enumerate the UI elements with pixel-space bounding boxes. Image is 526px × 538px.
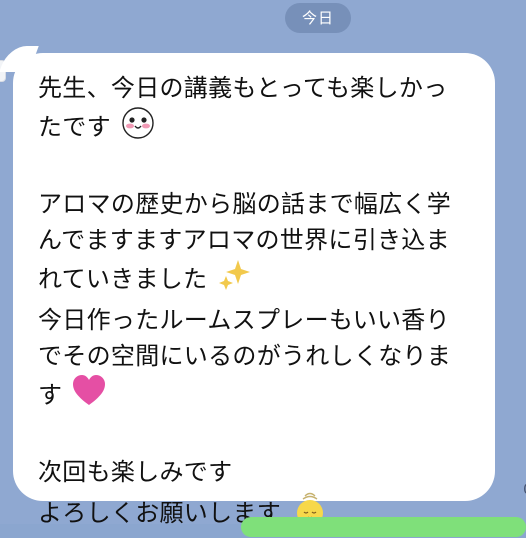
message-line: れていきました bbox=[38, 258, 477, 302]
message-bubble[interactable]: 先生、今日の講義もとっても楽しかっ たです アロマの歴史から脳の話まで幅広く学 … bbox=[13, 53, 495, 527]
sparkles-icon bbox=[217, 258, 251, 302]
message-text: たです bbox=[38, 113, 111, 141]
message-line: たです bbox=[38, 106, 477, 150]
message-line: 今日作ったルームスプレーもいい香り bbox=[38, 306, 450, 334]
message-line: 次回も楽しみです bbox=[38, 458, 233, 486]
outgoing-message-bubble[interactable] bbox=[241, 517, 526, 537]
message-line: でその空間にいるのがうれしくなりま bbox=[38, 342, 452, 370]
message-line: アロマの歴史から脳の話まで幅広く学 bbox=[38, 190, 452, 218]
message-line: んでますますアロマの世界に引き込ま bbox=[38, 226, 450, 254]
message-line: す bbox=[38, 374, 477, 418]
message-text: す bbox=[38, 381, 63, 409]
message-line: 先生、今日の講義もとっても楽しかっ bbox=[38, 74, 448, 102]
date-separator: 今日 bbox=[285, 3, 351, 33]
pink-heart-icon bbox=[72, 374, 106, 418]
blushing-face-icon bbox=[121, 106, 155, 150]
message-text: れていきました bbox=[38, 265, 208, 293]
